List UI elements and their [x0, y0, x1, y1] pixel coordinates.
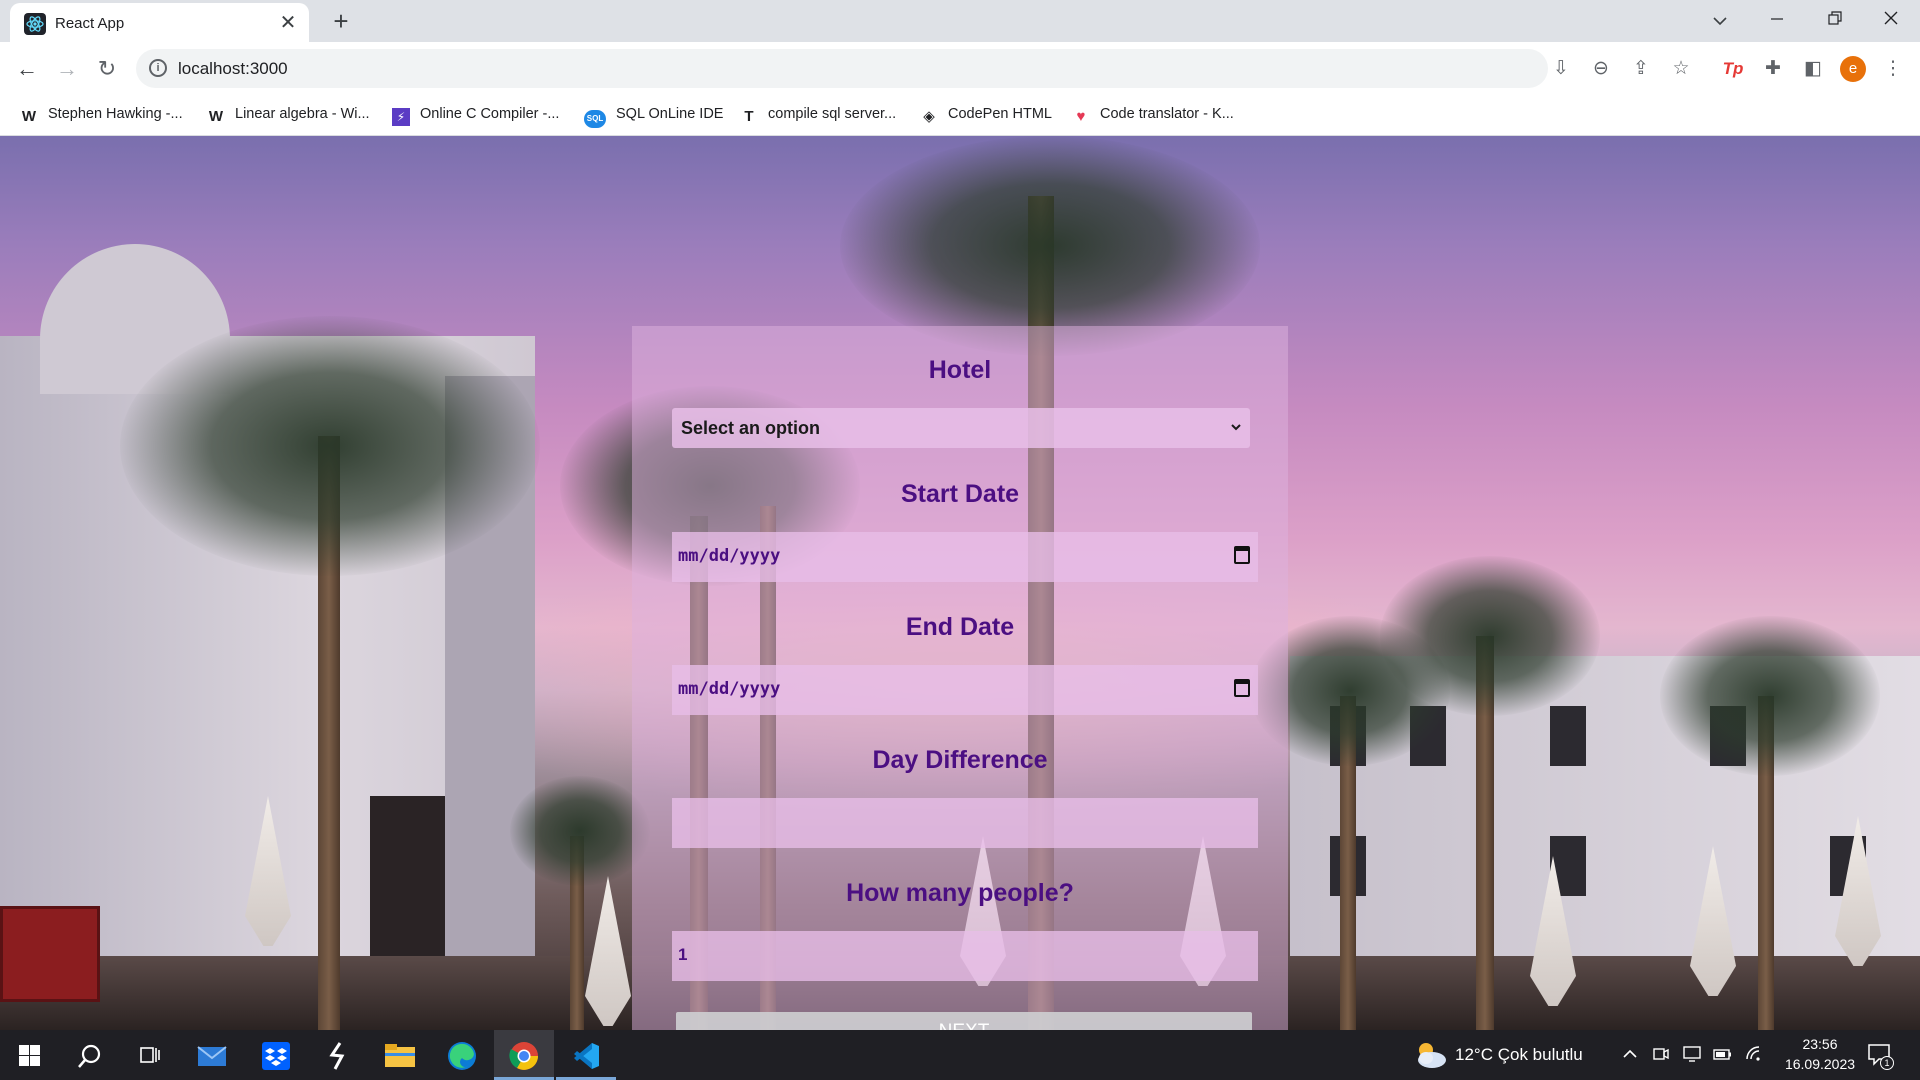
- profile-avatar[interactable]: e: [1840, 56, 1866, 82]
- page-viewport: Hotel Select an option Start Date mm/dd/…: [0, 136, 1920, 1030]
- start-date-label: Start Date: [900, 480, 1020, 508]
- online-c-compiler-icon: ⚡: [392, 108, 410, 126]
- clock-time[interactable]: 23:56: [1790, 1036, 1850, 1052]
- tray-overflow-chevron-icon[interactable]: [1622, 1044, 1638, 1069]
- end-date-input[interactable]: mm/dd/yyyy: [672, 665, 1258, 715]
- forward-arrow-icon[interactable]: →: [51, 53, 83, 85]
- browser-tab-strip: React App ✕ +: [0, 0, 1920, 42]
- search-icon[interactable]: [60, 1030, 120, 1080]
- bookmark-item[interactable]: W Stephen Hawking -...: [20, 106, 183, 126]
- wikipedia-icon: W: [21, 108, 37, 125]
- next-button[interactable]: NEXT: [676, 1012, 1252, 1030]
- weather-summary[interactable]: 12°C Çok bulutlu: [1455, 1045, 1583, 1065]
- windows-start-icon[interactable]: [0, 1030, 60, 1080]
- bookmark-label: compile sql server...: [768, 106, 897, 122]
- extensions-puzzle-icon[interactable]: ✚: [1758, 54, 1788, 84]
- people-value: 1: [678, 945, 688, 964]
- notification-center-icon[interactable]: 1: [1866, 1042, 1894, 1070]
- browser-toolbar: ← → ↻ i localhost:3000 ⇩ ⊖ ⇪ ☆ Tp ✚ ◧ e …: [0, 42, 1920, 96]
- zoom-icon[interactable]: ⊖: [1586, 54, 1616, 84]
- weather-cloud-icon[interactable]: [1412, 1040, 1448, 1070]
- tp-extension-icon[interactable]: Tp: [1718, 54, 1748, 84]
- mail-icon[interactable]: [182, 1030, 242, 1080]
- tab-title: React App: [55, 15, 125, 32]
- background-red-cabinet: [0, 906, 100, 1002]
- calendar-icon[interactable]: [1234, 679, 1250, 697]
- people-input[interactable]: 1: [672, 931, 1258, 981]
- bookmark-item[interactable]: ⚡ Online C Compiler -...: [392, 106, 559, 126]
- bookmark-label: Online C Compiler -...: [420, 106, 560, 122]
- browser-tab[interactable]: React App ✕: [10, 3, 309, 42]
- menu-kebab-icon[interactable]: ⋮: [1878, 54, 1908, 84]
- code-translator-icon: ♥: [1076, 108, 1086, 125]
- bookmark-label: SQL OnLine IDE: [616, 106, 724, 122]
- react-icon: [24, 13, 46, 35]
- bookmark-label: CodePen HTML: [948, 106, 1052, 122]
- battery-icon[interactable]: [1712, 1044, 1734, 1069]
- bookmark-item[interactable]: ◈ CodePen HTML: [920, 106, 1052, 126]
- start-date-input[interactable]: mm/dd/yyyy: [672, 532, 1258, 582]
- bookmark-item[interactable]: SQL SQL OnLine IDE: [584, 106, 724, 128]
- sql-online-icon: SQL: [584, 110, 606, 128]
- bookmark-item[interactable]: W Linear algebra - Wi...: [207, 106, 370, 126]
- back-arrow-icon[interactable]: ←: [11, 53, 43, 85]
- chrome-browser-icon[interactable]: [494, 1030, 554, 1080]
- meet-now-icon[interactable]: [1652, 1044, 1670, 1069]
- clock-date[interactable]: 16.09.2023: [1774, 1056, 1866, 1072]
- end-date-value: mm/dd/yyyy: [678, 679, 781, 699]
- share-icon[interactable]: ⇪: [1626, 54, 1656, 84]
- bookmark-label: Linear algebra - Wi...: [235, 106, 370, 122]
- display-icon[interactable]: [1682, 1044, 1702, 1069]
- windows-taskbar: 12°C Çok bulutlu 23:56 16.09.2023 1: [0, 1030, 1920, 1080]
- booking-form: Hotel Select an option Start Date mm/dd/…: [632, 326, 1288, 1030]
- window-minimize-button[interactable]: [1748, 0, 1806, 40]
- slack-like-app-icon[interactable]: [308, 1030, 368, 1080]
- edge-browser-icon[interactable]: [432, 1030, 492, 1080]
- bookmarks-bar: W Stephen Hawking -... W Linear algebra - …: [0, 96, 1920, 136]
- bookmark-label: Code translator - K...: [1100, 106, 1234, 122]
- hotel-select-value: Select an option: [681, 418, 821, 438]
- new-tab-button[interactable]: +: [326, 7, 356, 37]
- wifi-icon[interactable]: [1744, 1044, 1764, 1069]
- palm-crown: [510, 776, 650, 886]
- window-restore-button[interactable]: [1806, 0, 1864, 40]
- window-close-button[interactable]: [1862, 0, 1920, 40]
- install-app-icon[interactable]: ⇩: [1546, 54, 1576, 84]
- codepen-icon: ◈: [923, 108, 935, 125]
- address-url[interactable]: localhost:3000: [178, 59, 288, 79]
- end-date-label: End Date: [905, 613, 1015, 641]
- side-panel-icon[interactable]: ◧: [1798, 54, 1828, 84]
- bookmark-star-icon[interactable]: ☆: [1666, 54, 1696, 84]
- calendar-icon[interactable]: [1234, 546, 1250, 564]
- palm-crown: [120, 316, 540, 576]
- bookmark-item[interactable]: ♥ Code translator - K...: [1072, 106, 1234, 126]
- vscode-icon[interactable]: [556, 1030, 616, 1080]
- notification-count-badge: 1: [1880, 1056, 1894, 1070]
- hotel-select[interactable]: Select an option: [672, 408, 1250, 448]
- t-letter-icon: T: [744, 108, 754, 125]
- parasol: [585, 876, 631, 1026]
- background-window: [1550, 706, 1586, 766]
- chevron-down-icon: [1230, 417, 1242, 440]
- dropbox-icon[interactable]: [246, 1030, 306, 1080]
- bookmark-label: Stephen Hawking -...: [48, 106, 183, 122]
- day-difference-label: Day Difference: [872, 746, 1048, 774]
- palm-crown: [840, 136, 1260, 356]
- people-label: How many people?: [846, 879, 1074, 907]
- bookmark-item[interactable]: Tcompile sql server...: [740, 106, 896, 126]
- reload-icon[interactable]: ↻: [91, 53, 123, 85]
- start-date-value: mm/dd/yyyy: [678, 546, 781, 566]
- day-difference-field[interactable]: [672, 798, 1258, 848]
- task-view-icon[interactable]: [120, 1030, 180, 1080]
- tab-search-chevron-icon[interactable]: [1706, 7, 1734, 35]
- site-info-icon[interactable]: i: [149, 59, 167, 77]
- wikipedia-icon: W: [208, 108, 224, 125]
- file-explorer-icon[interactable]: [370, 1030, 430, 1080]
- palm-crown: [1660, 616, 1880, 776]
- tab-close-icon[interactable]: ✕: [277, 12, 299, 34]
- hotel-label: Hotel: [928, 356, 992, 384]
- address-bar[interactable]: i localhost:3000: [136, 49, 1548, 88]
